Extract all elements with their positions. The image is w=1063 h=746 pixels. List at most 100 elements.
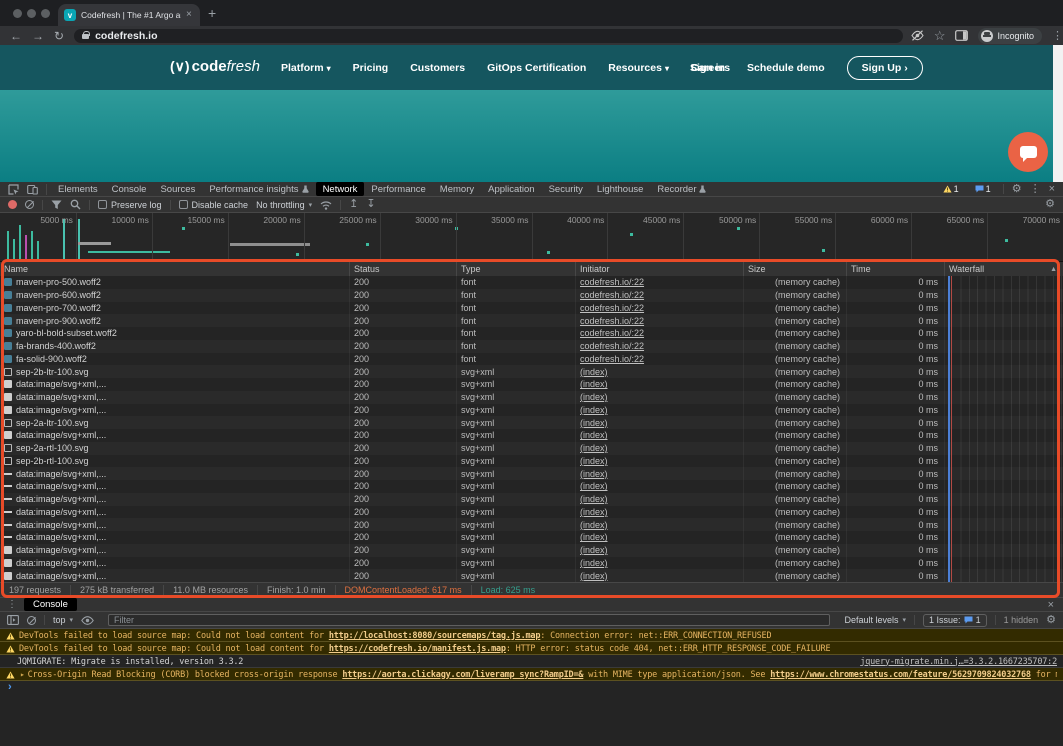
message-link[interactable]: https://www.chromestatus.com/feature/562… [770, 670, 1031, 680]
record-network-log-icon[interactable] [8, 200, 17, 209]
table-row[interactable]: data:image/svg+xml,...200svg+xml(index)(… [0, 378, 1063, 391]
initiator-link[interactable]: (index) [580, 418, 608, 428]
initiator-link[interactable]: (index) [580, 558, 608, 568]
side-panel-icon[interactable] [955, 30, 968, 41]
tab-lighthouse[interactable]: Lighthouse [590, 182, 650, 196]
column-header-name[interactable]: Name [0, 262, 350, 276]
initiator-link[interactable]: codefresh.io/:22 [580, 303, 644, 313]
initiator-link[interactable]: (index) [580, 392, 608, 402]
nav-item-gitops-certification[interactable]: GitOps Certification [487, 62, 586, 74]
network-conditions-icon[interactable] [320, 200, 332, 210]
initiator-link[interactable]: (index) [580, 545, 608, 555]
table-row[interactable]: maven-pro-600.woff2200fontcodefresh.io/:… [0, 289, 1063, 302]
devtools-menu-icon[interactable]: ⋮ [1030, 184, 1041, 195]
table-row[interactable]: data:image/svg+xml,...200svg+xml(index)(… [0, 467, 1063, 480]
table-row[interactable]: sep-2a-ltr-100.svg200svg+xml(index)(memo… [0, 416, 1063, 429]
initiator-link[interactable]: (index) [580, 481, 608, 491]
initiator-link[interactable]: (index) [580, 379, 608, 389]
initiator-link[interactable]: (index) [580, 520, 608, 530]
codefresh-logo[interactable]: (∨)codefresh [170, 58, 260, 75]
warning-count-badge[interactable]: 1 [939, 184, 963, 194]
network-overview-timeline[interactable]: 5000 ms10000 ms15000 ms20000 ms25000 ms3… [0, 213, 1063, 262]
table-row[interactable]: data:image/svg+xml,...200svg+xml(index)(… [0, 506, 1063, 519]
nav-item-platform[interactable]: Platform▾ [281, 62, 331, 74]
disable-cache-checkbox[interactable]: Disable cache [179, 200, 249, 210]
live-expression-eye-icon[interactable] [81, 616, 94, 625]
eye-off-icon[interactable] [911, 30, 924, 41]
message-link[interactable]: https://codefresh.io/manifest.js.map [329, 644, 506, 654]
clear-network-log-icon[interactable] [25, 200, 34, 209]
tab-performance-insights[interactable]: Performance insights [202, 182, 315, 196]
new-tab-button[interactable]: + [208, 5, 216, 21]
table-row[interactable]: maven-pro-900.woff2200fontcodefresh.io/:… [0, 314, 1063, 327]
tab-sources[interactable]: Sources [153, 182, 202, 196]
network-settings-gear-icon[interactable]: ⚙ [1045, 199, 1055, 210]
reload-icon[interactable]: ↻ [54, 29, 64, 43]
drawer-close-icon[interactable]: × [1048, 599, 1063, 611]
table-row[interactable]: maven-pro-500.woff2200fontcodefresh.io/:… [0, 276, 1063, 289]
console-prompt[interactable]: › [0, 681, 1063, 695]
table-row[interactable]: maven-pro-700.woff2200fontcodefresh.io/:… [0, 302, 1063, 315]
nav-item-pricing[interactable]: Pricing [353, 62, 389, 74]
tab-console[interactable]: Console [24, 598, 77, 611]
initiator-link[interactable]: (index) [580, 507, 608, 517]
initiator-link[interactable]: codefresh.io/:22 [580, 341, 644, 351]
nav-item-customers[interactable]: Customers [410, 62, 465, 74]
filter-funnel-icon[interactable] [51, 200, 62, 210]
initiator-link[interactable]: (index) [580, 443, 608, 453]
schedule-demo-link[interactable]: Schedule demo [747, 62, 825, 74]
initiator-link[interactable]: (index) [580, 571, 608, 581]
table-row[interactable]: data:image/svg+xml,...200svg+xml(index)(… [0, 569, 1063, 582]
throttling-select[interactable]: No throttling ▾ [256, 200, 312, 210]
import-har-icon[interactable]: ↥ [349, 199, 358, 210]
console-warning-message[interactable]: ▸Cross-Origin Read Blocking (CORB) block… [0, 668, 1063, 681]
table-row[interactable]: sep-2a-rtl-100.svg200svg+xml(index)(memo… [0, 442, 1063, 455]
devtools-close-icon[interactable]: × [1049, 184, 1055, 195]
clear-console-icon[interactable] [27, 616, 36, 625]
source-location-link[interactable]: jquery-migrate.min.j…=3.3.2.1667235707:2 [860, 657, 1057, 667]
column-header-initiator[interactable]: Initiator [576, 262, 744, 276]
tab-security[interactable]: Security [542, 182, 590, 196]
bookmark-star-icon[interactable]: ☆ [934, 30, 946, 41]
context-selector[interactable]: top ▾ [53, 615, 73, 625]
table-row[interactable]: data:image/svg+xml,...200svg+xml(index)(… [0, 404, 1063, 417]
console-sidebar-icon[interactable] [7, 615, 19, 625]
devtools-settings-gear-icon[interactable]: ⚙ [1012, 184, 1022, 195]
column-header-waterfall[interactable]: Waterfall ▲ [945, 262, 1063, 276]
console-filter-input[interactable]: Filter [108, 614, 830, 626]
message-link[interactable]: https://aorta.clickagy.com/liveramp_sync… [342, 670, 583, 680]
column-header-size[interactable]: Size [744, 262, 847, 276]
tab-memory[interactable]: Memory [433, 182, 481, 196]
browser-menu-icon[interactable]: ⋮ [1052, 29, 1063, 42]
table-row[interactable]: fa-solid-900.woff2200fontcodefresh.io/:2… [0, 353, 1063, 366]
message-link[interactable]: http://localhost:8080/sourcemaps/tag.js.… [329, 631, 540, 641]
page-scrollbar[interactable] [1053, 45, 1063, 182]
search-icon[interactable] [70, 199, 81, 210]
window-minimize-button[interactable] [27, 9, 36, 18]
column-header-type[interactable]: Type [457, 262, 576, 276]
console-settings-gear-icon[interactable]: ⚙ [1046, 615, 1056, 626]
column-header-time[interactable]: Time [847, 262, 945, 276]
tab-application[interactable]: Application [481, 182, 541, 196]
device-toolbar-icon[interactable] [27, 184, 38, 195]
tab-close-icon[interactable]: × [186, 10, 192, 20]
sign-up-button[interactable]: Sign Up › [847, 56, 923, 80]
table-row[interactable]: data:image/svg+xml,...200svg+xml(index)(… [0, 557, 1063, 570]
tab-elements[interactable]: Elements [51, 182, 105, 196]
table-row[interactable]: data:image/svg+xml,...200svg+xml(index)(… [0, 480, 1063, 493]
nav-item-resources[interactable]: Resources▾ [608, 62, 669, 74]
table-row[interactable]: data:image/svg+xml,...200svg+xml(index)(… [0, 531, 1063, 544]
tab-network[interactable]: Network [316, 182, 365, 196]
initiator-link[interactable]: (index) [580, 405, 608, 415]
browser-tab[interactable]: v Codefresh | The #1 Argo and C × [58, 4, 200, 26]
initiator-link[interactable]: (index) [580, 532, 608, 542]
table-row[interactable]: data:image/svg+xml,...200svg+xml(index)(… [0, 429, 1063, 442]
console-warning-message[interactable]: DevTools failed to load source map: Coul… [0, 642, 1063, 655]
preserve-log-checkbox[interactable]: Preserve log [98, 200, 162, 210]
issues-button[interactable]: 1 Issue: 1 [923, 614, 987, 627]
tab-recorder[interactable]: Recorder [650, 182, 713, 196]
back-icon[interactable]: ← [10, 29, 22, 43]
issues-count-badge[interactable]: 1 [971, 184, 995, 194]
console-log-message[interactable]: JQMIGRATE: Migrate is installed, version… [0, 655, 1063, 668]
table-row[interactable]: data:image/svg+xml,...200svg+xml(index)(… [0, 391, 1063, 404]
